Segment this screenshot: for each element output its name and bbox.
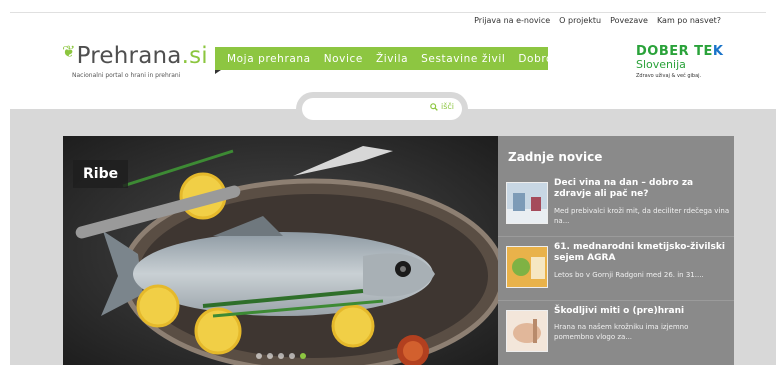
nav-good-to-know[interactable]: Dobro je vedeti bbox=[518, 53, 608, 65]
search-button[interactable]: išči bbox=[430, 102, 454, 111]
latest-news-panel: Zadnje novice Deci vina na dan – dobro z… bbox=[498, 136, 734, 365]
hero-slider[interactable]: Ribe bbox=[63, 136, 498, 365]
link-links[interactable]: Povezave bbox=[610, 16, 648, 25]
search-button-label: išči bbox=[440, 102, 454, 111]
partner-line2: Slovenija bbox=[636, 58, 686, 71]
news-item-wine[interactable]: Deci vina na dan – dobro za zdravje ali … bbox=[506, 174, 730, 234]
news-thumbnail bbox=[506, 182, 548, 224]
news-item-food-myths[interactable]: Škodljivi miti o (pre)hrani Hrana na naš… bbox=[506, 302, 728, 362]
logo-domain: .si bbox=[181, 43, 208, 69]
partner-line1-k: K bbox=[712, 44, 724, 59]
slider-dots bbox=[256, 353, 306, 359]
slider-dot[interactable] bbox=[267, 353, 273, 359]
link-about-project[interactable]: O projektu bbox=[559, 16, 601, 25]
slider-dot[interactable] bbox=[278, 353, 284, 359]
nav-foods[interactable]: Živila bbox=[376, 53, 408, 65]
link-newsletter-signup[interactable]: Prijava na e-novice bbox=[474, 16, 550, 25]
partner-line1: DOBER TE bbox=[636, 44, 713, 59]
news-title: Deci vina na dan – dobro za zdravje ali … bbox=[554, 178, 694, 199]
search-box: išči bbox=[302, 98, 462, 120]
logo-tagline: Nacionalni portal o hrani in prehrani bbox=[72, 72, 181, 79]
top-links-bar: Prijava na e-novice O projektu Povezave … bbox=[10, 12, 766, 30]
leaf-icon: ❦ bbox=[62, 42, 76, 61]
page: Prijava na e-novice O projektu Povezave … bbox=[0, 0, 776, 365]
slider-dot[interactable] bbox=[256, 353, 262, 359]
news-title: Škodljivi miti o (pre)hrani bbox=[554, 306, 685, 316]
news-divider bbox=[498, 236, 734, 237]
news-description: Hrana na našem krožniku ima izjemno pome… bbox=[554, 323, 689, 341]
hero-category-label[interactable]: Ribe bbox=[73, 160, 129, 188]
main-nav: Moja prehrana Novice Živila Sestavine ži… bbox=[215, 47, 607, 70]
news-divider bbox=[498, 300, 734, 301]
news-thumbnail bbox=[506, 310, 548, 352]
slider-dot-active[interactable] bbox=[300, 353, 306, 359]
nav-my-nutrition[interactable]: Moja prehrana bbox=[227, 53, 311, 65]
nav-ribbon-tail bbox=[215, 70, 221, 74]
slider-dot[interactable] bbox=[289, 353, 295, 359]
news-item-agra[interactable]: 61. mednarodni kmetijsko-živilski sejem … bbox=[506, 238, 728, 298]
nav-food-ingredients[interactable]: Sestavine živil bbox=[421, 53, 505, 65]
news-title: 61. mednarodni kmetijsko-živilski sejem … bbox=[554, 242, 725, 263]
search-input[interactable] bbox=[310, 101, 420, 117]
partner-tagline: Zdravo uživaj & več gibaj. bbox=[636, 73, 702, 79]
news-description: Letos bo v Gornji Radgoni med 26. in 31.… bbox=[554, 271, 704, 279]
nav-news[interactable]: Novice bbox=[324, 53, 363, 65]
link-get-advice[interactable]: Kam po nasvet? bbox=[657, 16, 721, 25]
hero-fish-image bbox=[63, 136, 498, 365]
search-icon bbox=[430, 102, 438, 111]
news-description: Med prebivalci kroži mit, da deciliter r… bbox=[554, 207, 730, 225]
news-thumbnail bbox=[506, 246, 548, 288]
news-heading: Zadnje novice bbox=[508, 150, 603, 164]
dober-tek-logo[interactable]: DOBER TEK Slovenija Zdravo uživaj & več … bbox=[636, 44, 736, 79]
logo-name: Prehrana bbox=[76, 43, 182, 69]
site-logo[interactable]: ❦ Prehrana .si Nacionalni portal o hrani … bbox=[62, 42, 208, 79]
